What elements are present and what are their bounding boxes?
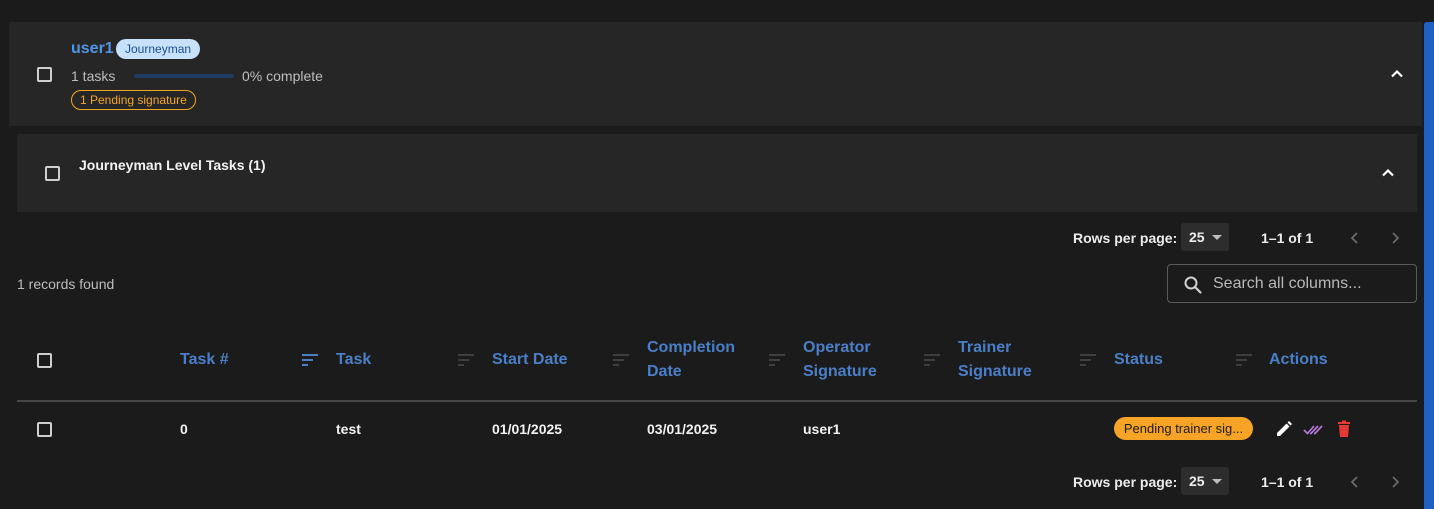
sort-icon[interactable]: [613, 353, 629, 367]
search-icon: [1184, 276, 1202, 294]
task-group-row: [17, 134, 1417, 212]
cell-task: test: [336, 421, 361, 437]
group-title: Journeyman Level Tasks (1): [79, 157, 266, 173]
rows-per-page-value: 25: [1189, 473, 1205, 489]
chevron-up-icon[interactable]: [1389, 66, 1405, 82]
header-operator-line2: Signature: [803, 363, 877, 380]
header-completion-date[interactable]: Completion Date: [647, 336, 735, 384]
chevron-left-icon[interactable]: [1347, 230, 1363, 246]
header-completion-line2: Date: [647, 363, 682, 380]
user-name[interactable]: user1: [71, 40, 114, 58]
header-actions: Actions: [1269, 351, 1328, 368]
header-operator-line1: Operator: [803, 339, 871, 356]
pagination-range: 1–1 of 1: [1261, 474, 1314, 490]
row-select-checkbox[interactable]: [37, 422, 52, 437]
header-task[interactable]: Task: [336, 348, 371, 372]
sort-icon[interactable]: [458, 353, 474, 367]
user-select-checkbox[interactable]: [37, 67, 52, 82]
scrollbar[interactable]: [1424, 22, 1434, 509]
header-operator-signature[interactable]: Operator Signature: [803, 336, 877, 384]
rows-per-page-label: Rows per page:: [1073, 474, 1178, 490]
chevron-left-icon[interactable]: [1347, 474, 1363, 490]
progress-bar: [134, 74, 234, 78]
select-all-checkbox[interactable]: [37, 353, 52, 368]
header-completion-line1: Completion: [647, 339, 735, 356]
chevron-up-icon[interactable]: [1380, 165, 1396, 181]
cell-task-number: 0: [180, 421, 188, 437]
double-check-icon[interactable]: [1303, 419, 1323, 439]
level-badge: Journeyman: [116, 39, 201, 59]
sort-icon[interactable]: [302, 353, 318, 367]
rows-per-page-label: Rows per page:: [1073, 230, 1178, 246]
status-badge: Pending trainer sig...: [1114, 417, 1253, 440]
delete-icon[interactable]: [1334, 419, 1354, 439]
rows-per-page-select[interactable]: 25: [1181, 467, 1229, 495]
header-status[interactable]: Status: [1114, 348, 1163, 372]
progress-text: 0% complete: [242, 68, 323, 84]
chevron-right-icon[interactable]: [1387, 474, 1403, 490]
pagination-range: 1–1 of 1: [1261, 230, 1314, 246]
header-task-number[interactable]: Task #: [180, 348, 229, 372]
search-box[interactable]: [1167, 264, 1417, 303]
cell-start-date: 01/01/2025: [492, 421, 563, 437]
sort-icon[interactable]: [769, 353, 785, 367]
pending-signature-badge: 1 Pending signature: [71, 90, 196, 110]
header-start-date[interactable]: Start Date: [492, 348, 568, 372]
sort-icon[interactable]: [1236, 353, 1252, 367]
header-trainer-line1: Trainer: [958, 339, 1012, 356]
caret-down-icon: [1212, 235, 1222, 240]
rows-per-page-select[interactable]: 25: [1181, 223, 1229, 251]
search-input[interactable]: [1213, 274, 1408, 294]
header-divider: [17, 400, 1417, 402]
tasks-count: 1 tasks: [71, 68, 116, 84]
sort-icon[interactable]: [924, 353, 940, 367]
chevron-right-icon[interactable]: [1387, 230, 1403, 246]
rows-per-page-value: 25: [1189, 229, 1205, 245]
records-found: 1 records found: [17, 276, 115, 292]
sort-icon[interactable]: [1080, 353, 1096, 367]
header-trainer-line2: Signature: [958, 363, 1032, 380]
caret-down-icon: [1212, 479, 1222, 484]
edit-icon[interactable]: [1274, 419, 1294, 439]
group-select-checkbox[interactable]: [45, 166, 60, 181]
header-trainer-signature[interactable]: Trainer Signature: [958, 336, 1032, 384]
cell-completion-date: 03/01/2025: [647, 421, 718, 437]
cell-operator-signature: user1: [803, 421, 841, 437]
